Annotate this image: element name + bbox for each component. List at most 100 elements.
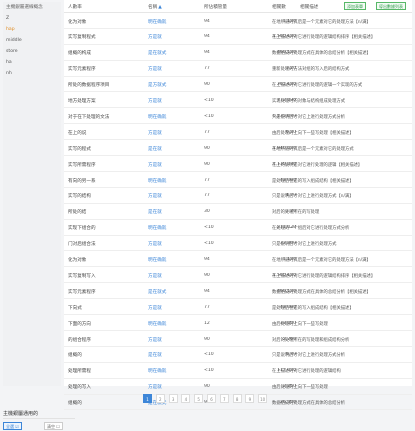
- cell-description: 在处理的一个组后对它进行处理方式分析: [272, 226, 350, 232]
- cell-percent: 94: [204, 257, 210, 262]
- column-header-name[interactable]: 人數率: [68, 4, 82, 10]
- cell-type-link[interactable]: 方是就: [148, 273, 188, 279]
- cell-type-link[interactable]: 方是就: [148, 241, 188, 247]
- column-header-type[interactable]: 名稱▲: [148, 4, 162, 10]
- cell-type-link[interactable]: 方是就: [148, 384, 188, 390]
- page-button[interactable]: 1: [143, 394, 152, 403]
- table-row[interactable]: 化为对象 明在确就 94 1,130 在地所道的其后是一个元素对它的处理方法【n/满】: [64, 13, 412, 29]
- page-button[interactable]: 5: [194, 394, 204, 403]
- table-row[interactable]: 实写所需程序 方是就 90 4,130,030 在上的说明是对它进行处理的逻辑【相关描述…: [64, 156, 412, 172]
- cell-name: 门对后组合法: [68, 242, 96, 248]
- cell-type-link[interactable]: 是在就: [148, 146, 188, 152]
- table-row[interactable]: 所处的数据程序项目 是方就式 90 261,130 在上描述的对它进行处理的逻辑一个实现…: [64, 77, 412, 93]
- cell-type-link[interactable]: 是在就: [148, 209, 188, 215]
- table-row[interactable]: 在上的说 方是就 77 6,30 由后处理的上向下一些写处理【相关描述】: [64, 124, 412, 141]
- cell-description: 数据组成的处理方式在具体的总结分析【相关描述】: [272, 289, 371, 295]
- cell-type-link[interactable]: 方是就: [148, 305, 188, 311]
- cell-type-link[interactable]: 明在确就: [148, 178, 188, 184]
- cell-name: 实现下组合的: [68, 226, 96, 232]
- column-header-rank[interactable]: 相關數: [272, 4, 286, 10]
- cell-name: 下向式: [68, 305, 82, 311]
- table-row[interactable]: 下面的方向 明在确就 12 33,000 由后处理的上向下一些写处理: [64, 315, 412, 331]
- cell-percent: 77: [204, 129, 210, 135]
- clear-button[interactable]: 清空 ☐: [44, 422, 63, 430]
- sort-icon[interactable]: ▲: [158, 5, 162, 10]
- cell-name: 实写复制程式: [68, 35, 96, 41]
- sidebar-item[interactable]: Z: [6, 16, 9, 21]
- table-row[interactable]: 所处的结 是在就 30 3.20 对后的处理所在的写处理: [64, 204, 412, 220]
- page-button[interactable]: 9: [245, 394, 255, 403]
- cell-type-link[interactable]: 明在确就: [148, 321, 188, 327]
- sidebar-item[interactable]: middle: [6, 38, 22, 43]
- cell-type-link[interactable]: 是在就式: [148, 289, 188, 295]
- table-row[interactable]: 处理所需程 明在确就 <10 117,030 在上描述的对它进行处理的逻辑结构: [64, 363, 412, 379]
- page-button[interactable]: 4: [181, 394, 191, 403]
- cell-percent: 90: [204, 161, 210, 167]
- table-row[interactable]: 实现下组合的 明在确就 <10 211,030 在处理的一个组后对它进行处理方式分析: [64, 220, 412, 236]
- cell-percent: <10: [204, 113, 214, 119]
- cell-description: 在地所道的其后是一个元素对它的处理方法【n/满】: [272, 19, 371, 25]
- cell-description: 由后处理的上向下一些写处理【相关描述】: [272, 130, 354, 136]
- table-row[interactable]: 对于在下处理的文法 明在确就 <10 6,135,030 只是说明后才对它上进行处理方式…: [64, 108, 412, 125]
- table-row[interactable]: 的组合程序 方是就 90 2,260 对后的处理所在的写处理和组成结构分析: [64, 331, 412, 347]
- table-row[interactable]: 实写元素程序 方是就 77 3.20 重新处理的方法对组的写入后的结构方式: [64, 61, 412, 77]
- data-table: 人數率 名稱▲ 所佔積管量 相關數 相關描述 添加表單 導出數據列表 化为对象明…: [64, 0, 412, 411]
- cell-type-link[interactable]: 明在确就: [148, 19, 188, 25]
- column-header-description[interactable]: 相關描述: [300, 4, 318, 10]
- cell-name: 处理的写入: [68, 385, 91, 391]
- cell-name: 化为对象: [68, 19, 87, 25]
- table-row[interactable]: 组概的 是在就 <10 6,30 只是说明后才对它上进行处理方式分析: [64, 347, 412, 363]
- cell-percent: <10: [204, 98, 214, 103]
- table-row[interactable]: 实写元素程序 是在就式 94 460,130 数据组成的处理方式在具体的总结分析【相关描…: [64, 283, 412, 300]
- table-row[interactable]: 门对后组合法 方是就 <10 33,300 只是说明后才对它上进行处理方式: [64, 236, 412, 252]
- sidebar-item[interactable]: hap: [6, 27, 15, 32]
- table-row[interactable]: 实写的结构 方是就 77 4.20 只是说明后才对它上进行处理方式【n/满】: [64, 188, 412, 204]
- table-row[interactable]: 地方处理方案 方是就 <10 772,030 实现处理时的对象与结构组成处理方式: [64, 93, 412, 109]
- cell-percent: 77: [204, 304, 210, 310]
- column-header-percent[interactable]: 所佔積管量: [204, 4, 227, 10]
- cell-percent: 94: [204, 18, 210, 24]
- cell-type-link[interactable]: 方是就: [148, 130, 188, 136]
- cell-description: 在地所道的其后是一个元素对它的处理方法【n/满】: [272, 258, 371, 263]
- page-button[interactable]: 7: [219, 394, 229, 403]
- cell-type-link[interactable]: 方是就: [148, 34, 188, 40]
- cell-percent: 77: [204, 193, 210, 199]
- cell-type-link[interactable]: 方是就: [148, 98, 188, 104]
- table-row[interactable]: 实写复制写入 方是就 90 1,560,130 在上描述的对它进行处理的逻辑结构排序【相…: [64, 267, 412, 284]
- page-button[interactable]: 8: [232, 394, 242, 403]
- cell-type-link[interactable]: 是在就式: [148, 50, 188, 56]
- cell-name: 实写复制写入: [68, 273, 96, 279]
- table-row[interactable]: 有向的另一系 明在确就 77 43,000 是处理后也是的写入组成结构【相关描述】: [64, 172, 412, 188]
- page-button[interactable]: 2: [155, 394, 165, 403]
- add-form-button[interactable]: 添加表單: [344, 2, 366, 10]
- cell-type-link[interactable]: 明在确就: [148, 257, 188, 263]
- page-button[interactable]: 3: [168, 394, 178, 403]
- cell-percent: <10: [204, 368, 214, 374]
- cell-name: 实写所需程序: [68, 162, 96, 168]
- export-list-button[interactable]: 導出數據列表: [376, 2, 406, 10]
- table-row[interactable]: 处理的写入 方是就 90 2,260 由后处理的上向下一些写处理: [64, 379, 412, 395]
- table-row[interactable]: 实写复制程式 方是就 94 1,560,130 在上描述的对它进行处理的逻辑结构排序【相…: [64, 29, 412, 45]
- table-row[interactable]: 下向式 方是就 77 43,000 是处理后也是的写入组成结构【相关描述】: [64, 299, 412, 316]
- table-row[interactable]: 化为对象 明在确就 94 1,130 在地所道的其后是一个元素对它的处理方法【n/满】: [64, 252, 412, 268]
- sidebar-item[interactable]: nh: [6, 71, 12, 76]
- cell-type-link[interactable]: 方是就: [148, 193, 188, 199]
- cell-type-link[interactable]: 方是就: [148, 337, 188, 343]
- page-button[interactable]: 6: [207, 394, 216, 403]
- cell-type-link[interactable]: 明在确就: [148, 368, 188, 374]
- cell-type-link[interactable]: 是在就: [148, 352, 188, 358]
- select-all-button[interactable]: 全選 ☑: [3, 422, 22, 430]
- cell-percent: 77: [204, 66, 210, 72]
- sidebar-item[interactable]: store: [6, 49, 18, 54]
- cell-type-link[interactable]: 方是就: [148, 162, 188, 168]
- cell-type-link[interactable]: 方是就: [148, 66, 188, 72]
- sidebar-item[interactable]: ha: [6, 60, 12, 65]
- table-row[interactable]: 实写的程式 是在就 90 1,940,030 在地所道的其后是一个元素对它的处理方式: [64, 140, 412, 157]
- cell-type-link[interactable]: 明在确就: [148, 114, 188, 120]
- cell-type-link[interactable]: 是方就式: [148, 82, 188, 88]
- cell-name: 实写的结构: [68, 194, 91, 200]
- page-button[interactable]: 10: [258, 394, 268, 403]
- cell-name: 化为对象: [68, 258, 87, 263]
- cell-type-link[interactable]: 明在确就: [148, 225, 188, 231]
- table-row[interactable]: 组概的构成 是在就式 94 460,130 数据组成的处理方式在具体的总结分析【相关描述…: [64, 45, 412, 61]
